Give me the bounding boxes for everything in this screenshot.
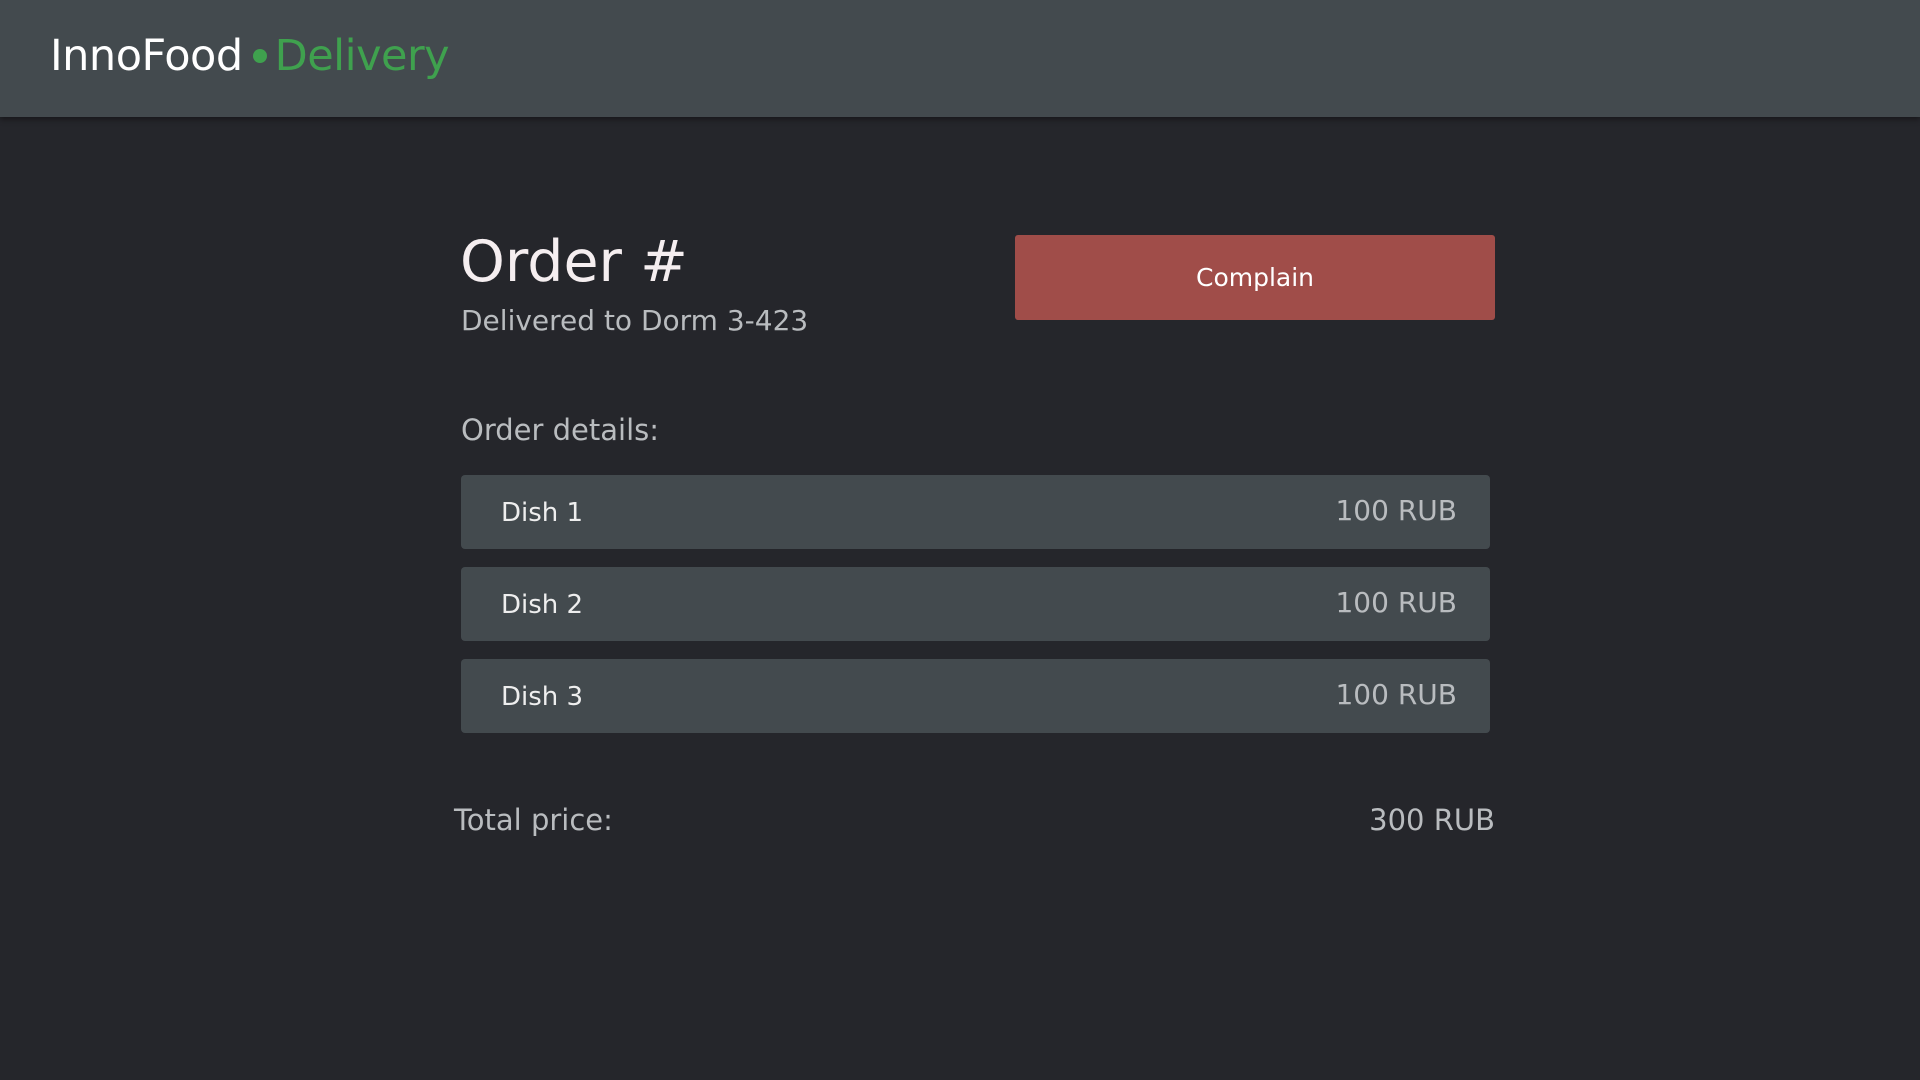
- dish-price: 100 RUB: [1335, 586, 1457, 619]
- top-navbar: InnoFood Delivery: [0, 0, 1920, 117]
- page-title: Order #: [460, 229, 688, 295]
- brand-dot-icon: [252, 48, 267, 63]
- dish-name: Dish 1: [501, 498, 584, 528]
- order-items-list: Dish 1 100 RUB Dish 2 100 RUB Dish 3 100…: [461, 475, 1490, 751]
- dish-price: 100 RUB: [1335, 494, 1457, 527]
- brand-logo[interactable]: InnoFood Delivery: [50, 30, 450, 82]
- dish-name: Dish 3: [501, 682, 584, 712]
- dish-price: 100 RUB: [1335, 678, 1457, 711]
- order-details-label: Order details:: [461, 413, 660, 447]
- list-item: Dish 2 100 RUB: [461, 567, 1490, 641]
- total-price-label: Total price:: [454, 803, 613, 837]
- complain-button[interactable]: Complain: [1015, 235, 1495, 320]
- brand-subtitle: Delivery: [274, 31, 450, 81]
- brand-name: InnoFood: [50, 31, 243, 81]
- total-price-value: 300 RUB: [1369, 803, 1495, 837]
- list-item: Dish 1 100 RUB: [461, 475, 1490, 549]
- dish-name: Dish 2: [501, 590, 584, 620]
- list-item: Dish 3 100 RUB: [461, 659, 1490, 733]
- delivery-location: Delivered to Dorm 3-423: [461, 304, 809, 337]
